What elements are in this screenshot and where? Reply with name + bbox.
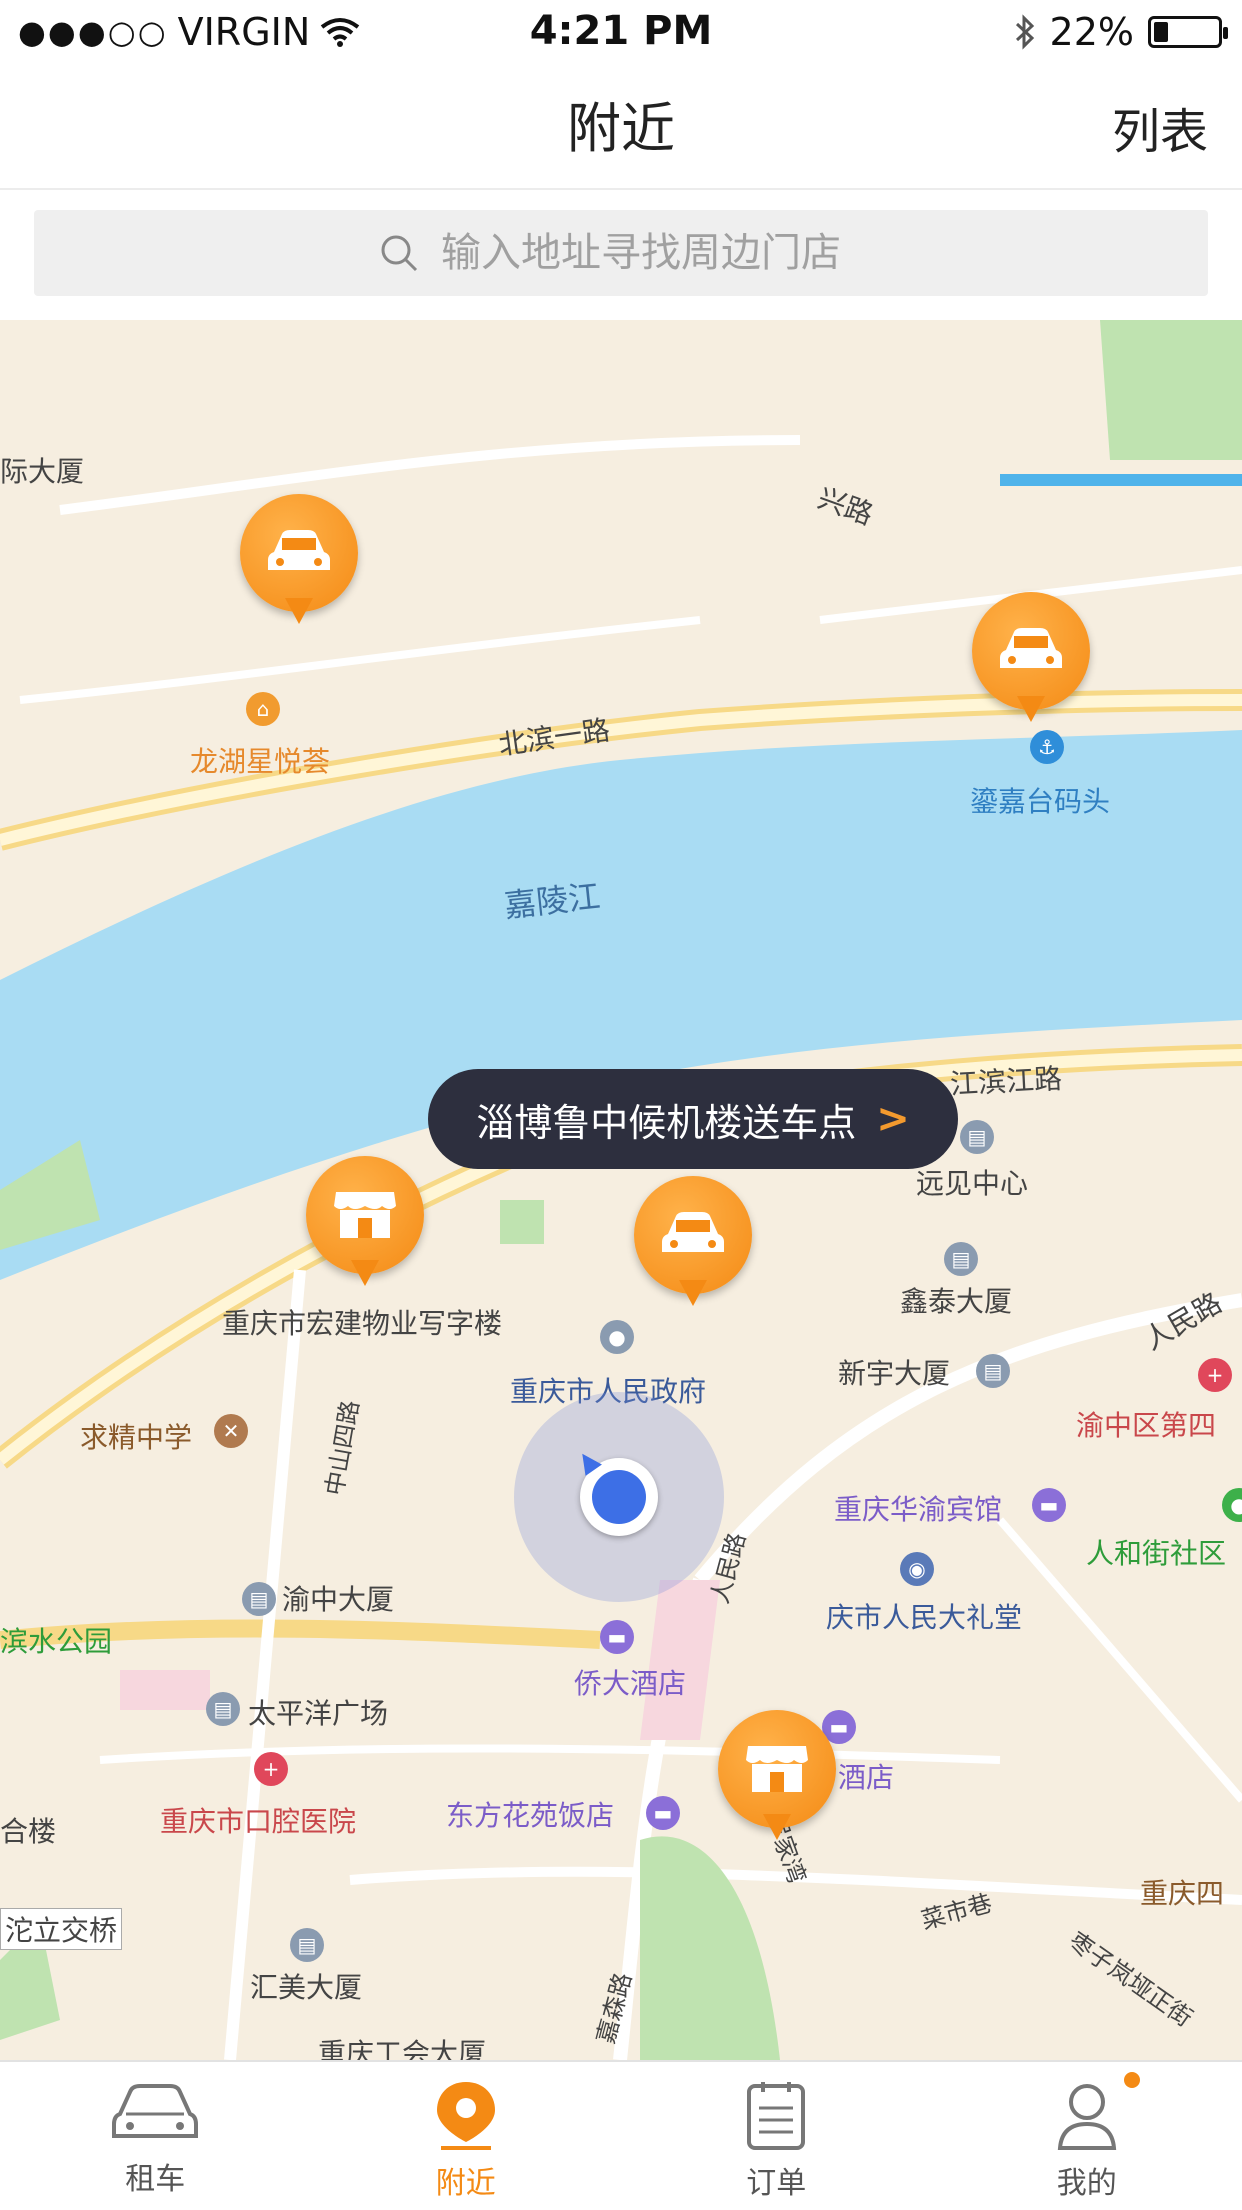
current-location-marker <box>514 1392 724 1602</box>
map-label: 远见中心 <box>916 1162 1028 1202</box>
list-view-button[interactable]: 列表 <box>1112 92 1208 162</box>
map-label: 重庆四 <box>1140 1872 1224 1912</box>
map-label: 重庆市口腔医院 <box>160 1800 356 1840</box>
location-tooltip[interactable]: 淄博鲁中候机楼送车点 > <box>428 1069 958 1169</box>
search-input[interactable] <box>439 229 863 277</box>
building-icon: ▤ <box>976 1354 1010 1388</box>
hotel-icon: ▬ <box>600 1620 634 1654</box>
car-pin[interactable] <box>634 1176 752 1316</box>
building-icon: ▤ <box>960 1120 994 1154</box>
map-label: 重庆工会大厦 <box>318 2032 486 2060</box>
map-label: 太平洋广场 <box>248 1692 388 1732</box>
car-icon <box>264 522 334 582</box>
tooltip-text: 淄博鲁中候机楼送车点 <box>476 1092 856 1147</box>
school-icon: ✕ <box>214 1414 248 1448</box>
clipboard-icon <box>741 2078 811 2152</box>
search-box[interactable] <box>34 210 1208 296</box>
map-label: 求精中学 <box>80 1416 192 1456</box>
store-icon <box>742 1738 812 1798</box>
store-pin[interactable] <box>306 1156 424 1296</box>
bluetooth-icon <box>1014 14 1036 50</box>
building-icon: ▤ <box>242 1582 276 1616</box>
building-icon: ▤ <box>206 1692 240 1726</box>
map-label: 新宇大厦 <box>838 1352 950 1392</box>
nav-bar: 附近 列表 <box>0 64 1242 190</box>
store-icon <box>330 1184 400 1244</box>
battery-icon <box>1148 16 1222 48</box>
map-label: 合楼 <box>0 1810 56 1850</box>
status-right: 22% <box>1014 10 1222 54</box>
tab-label: 我的 <box>1057 2158 1117 2202</box>
map-label: 人和街社区 <box>1086 1532 1226 1572</box>
map-label: 酒店 <box>838 1756 894 1796</box>
battery-percent: 22% <box>1050 10 1134 54</box>
map-label: 渝中大厦 <box>282 1578 394 1618</box>
building-icon: ▤ <box>944 1242 978 1276</box>
location-pin-icon <box>431 2078 501 2152</box>
hotel-icon: ▬ <box>646 1796 680 1830</box>
ferry-icon: ⚓ <box>1030 730 1064 764</box>
hospital-icon: + <box>254 1752 288 1786</box>
notification-badge <box>1124 2072 1140 2088</box>
map-label: 侨大酒店 <box>574 1662 686 1702</box>
search-icon <box>379 233 419 273</box>
shopping-icon: ⌂ <box>246 692 280 726</box>
map-label: 江滨江路 <box>949 1057 1063 1103</box>
map-label: 渝中区第四 <box>1076 1404 1216 1444</box>
search-bar <box>0 190 1242 320</box>
tab-label: 附近 <box>436 2158 496 2202</box>
tab-orders[interactable]: 订单 <box>621 2062 932 2210</box>
car-icon <box>110 2078 200 2148</box>
map-label: 鑫泰大厦 <box>900 1280 1012 1320</box>
hospital-icon: + <box>1198 1358 1232 1392</box>
building-icon: ▤ <box>290 1928 324 1962</box>
user-icon <box>1052 2078 1122 2152</box>
tab-bar: 租车 附近 订单 我的 <box>0 2060 1242 2210</box>
map-label: 重庆华渝宾馆 <box>834 1488 1002 1528</box>
map-label: 鎏嘉台码头 <box>970 780 1110 820</box>
tab-profile[interactable]: 我的 <box>932 2062 1242 2210</box>
map-base <box>0 320 1242 2060</box>
tab-nearby[interactable]: 附近 <box>311 2062 622 2210</box>
map-label: 重庆市宏建物业写字楼 <box>222 1302 502 1342</box>
car-pin[interactable] <box>240 494 358 634</box>
map-label: 庆市人民大礼堂 <box>826 1596 1022 1636</box>
status-bar: ●●●○○ VIRGIN 4:21 PM 22% <box>0 0 1242 64</box>
hotel-icon: ▬ <box>1032 1488 1066 1522</box>
car-pin[interactable] <box>972 592 1090 732</box>
map-view[interactable]: 际大厦 兴路 ⌂ 龙湖星悦荟 北滨一路 ⚓ 鎏嘉台码头 嘉陵江 江滨江路 ▤ 远… <box>0 320 1242 2060</box>
chevron-right-icon: > <box>876 1096 910 1142</box>
map-label: 汇美大厦 <box>250 1966 362 2006</box>
tab-label: 租车 <box>125 2154 185 2198</box>
map-label: 滨水公园 <box>0 1620 112 1660</box>
car-icon <box>996 620 1066 680</box>
tab-rent-car[interactable]: 租车 <box>0 2062 311 2210</box>
map-label: 际大厦 <box>0 450 84 490</box>
map-label: 东方花苑饭店 <box>446 1794 614 1834</box>
page-title: 附近 <box>0 84 1242 163</box>
auditorium-icon: ◉ <box>900 1552 934 1586</box>
store-pin[interactable] <box>718 1710 836 1850</box>
map-label: 龙湖星悦荟 <box>190 740 330 780</box>
car-icon <box>658 1204 728 1264</box>
tab-label: 订单 <box>746 2158 806 2202</box>
government-icon: ● <box>600 1320 634 1354</box>
map-label: 沱立交桥 <box>0 1908 122 1950</box>
